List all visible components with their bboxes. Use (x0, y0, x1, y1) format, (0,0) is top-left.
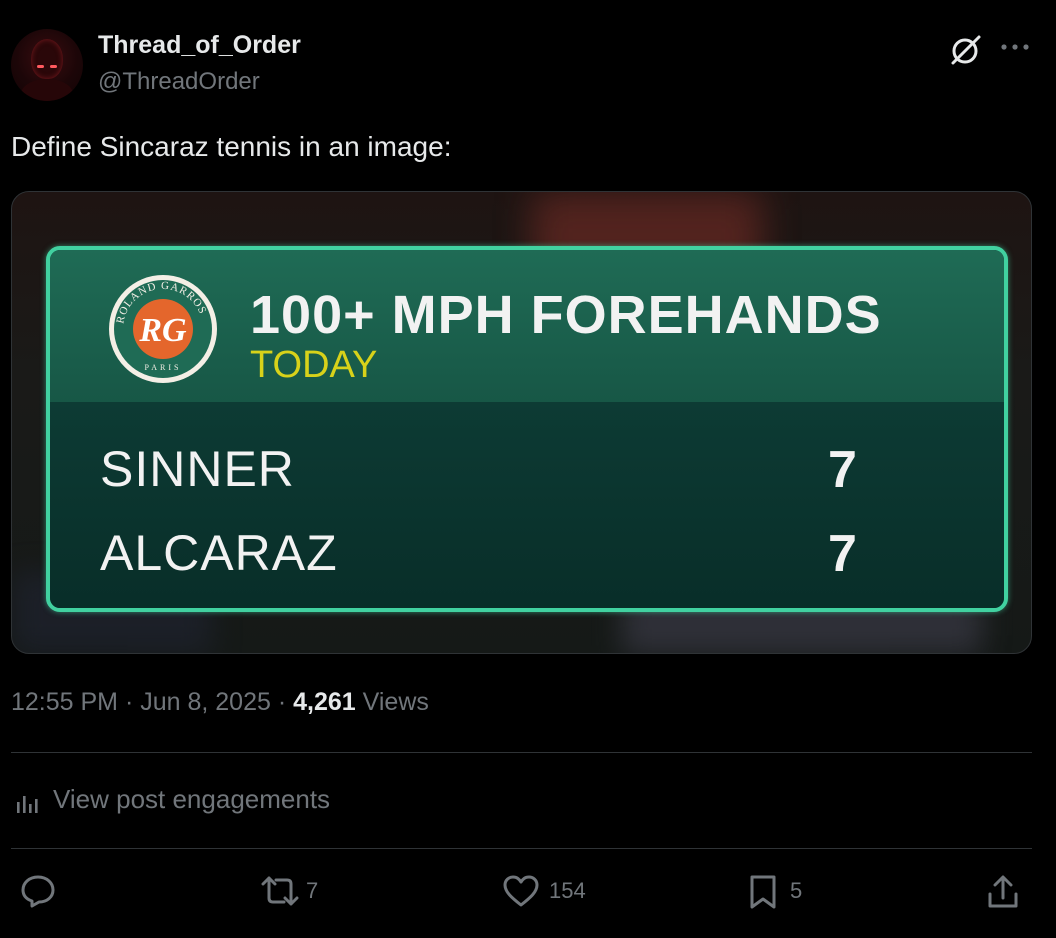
views-count: 4,261 (293, 688, 356, 716)
player-score: 7 (828, 525, 857, 583)
svg-text:RG: RG (138, 312, 187, 349)
post-date[interactable]: Jun 8, 2025 (140, 688, 271, 716)
tweet-text: Define Sincaraz tennis in an image: (11, 131, 452, 162)
like-button[interactable]: 154 (502, 870, 602, 910)
avatar-body (21, 79, 73, 101)
player-name: SINNER (100, 441, 295, 497)
player-name: ALCARAZ (100, 525, 338, 581)
reply-icon (21, 875, 55, 908)
post-meta: 12:55 PM · Jun 8, 2025 · 4,261 Views (11, 688, 429, 717)
display-name[interactable]: Thread_of_Order (98, 31, 301, 60)
svg-text:PARIS: PARIS (145, 363, 182, 372)
repost-count: 7 (306, 878, 319, 903)
share-icon (988, 875, 1018, 908)
handle[interactable]: @ThreadOrder (98, 68, 260, 96)
roland-garros-logo: RG ROLAND GARROS PARIS (109, 275, 217, 383)
scoreboard-title: 100+ MPH FOREHANDS (250, 285, 882, 345)
avatar-eye-right (50, 65, 57, 68)
divider (11, 752, 1032, 753)
bookmark-button[interactable]: 5 (748, 870, 808, 910)
scoreboard-subtitle: TODAY (250, 344, 378, 386)
share-button[interactable] (986, 870, 1026, 910)
bookmark-icon (750, 875, 776, 909)
bookmark-count: 5 (790, 878, 803, 903)
view-engagements-link[interactable]: View post engagements (11, 784, 371, 818)
divider (11, 848, 1032, 849)
like-count: 154 (549, 878, 586, 903)
heart-icon (503, 875, 539, 907)
post-time[interactable]: 12:55 PM (11, 688, 118, 716)
avatar[interactable] (11, 29, 83, 101)
repost-icon (261, 876, 299, 906)
views-label: Views (355, 688, 429, 716)
analytics-icon (17, 796, 38, 813)
meta-separator: · (270, 688, 294, 716)
avatar-eye-left (37, 65, 44, 68)
repost-button[interactable]: 7 (258, 870, 338, 910)
view-engagements-label: View post engagements (53, 784, 331, 814)
tweet-media-image[interactable]: RG ROLAND GARROS PARIS 100+ MPH FOREHAND… (11, 191, 1032, 654)
player-score: 7 (828, 441, 857, 499)
scoreboard-graphic: RG ROLAND GARROS PARIS 100+ MPH FOREHAND… (46, 246, 1008, 612)
more-icon[interactable] (998, 32, 1032, 62)
grok-icon[interactable] (948, 32, 984, 68)
meta-separator: · (118, 688, 141, 716)
avatar-face (31, 39, 63, 79)
reply-button[interactable] (20, 870, 60, 910)
